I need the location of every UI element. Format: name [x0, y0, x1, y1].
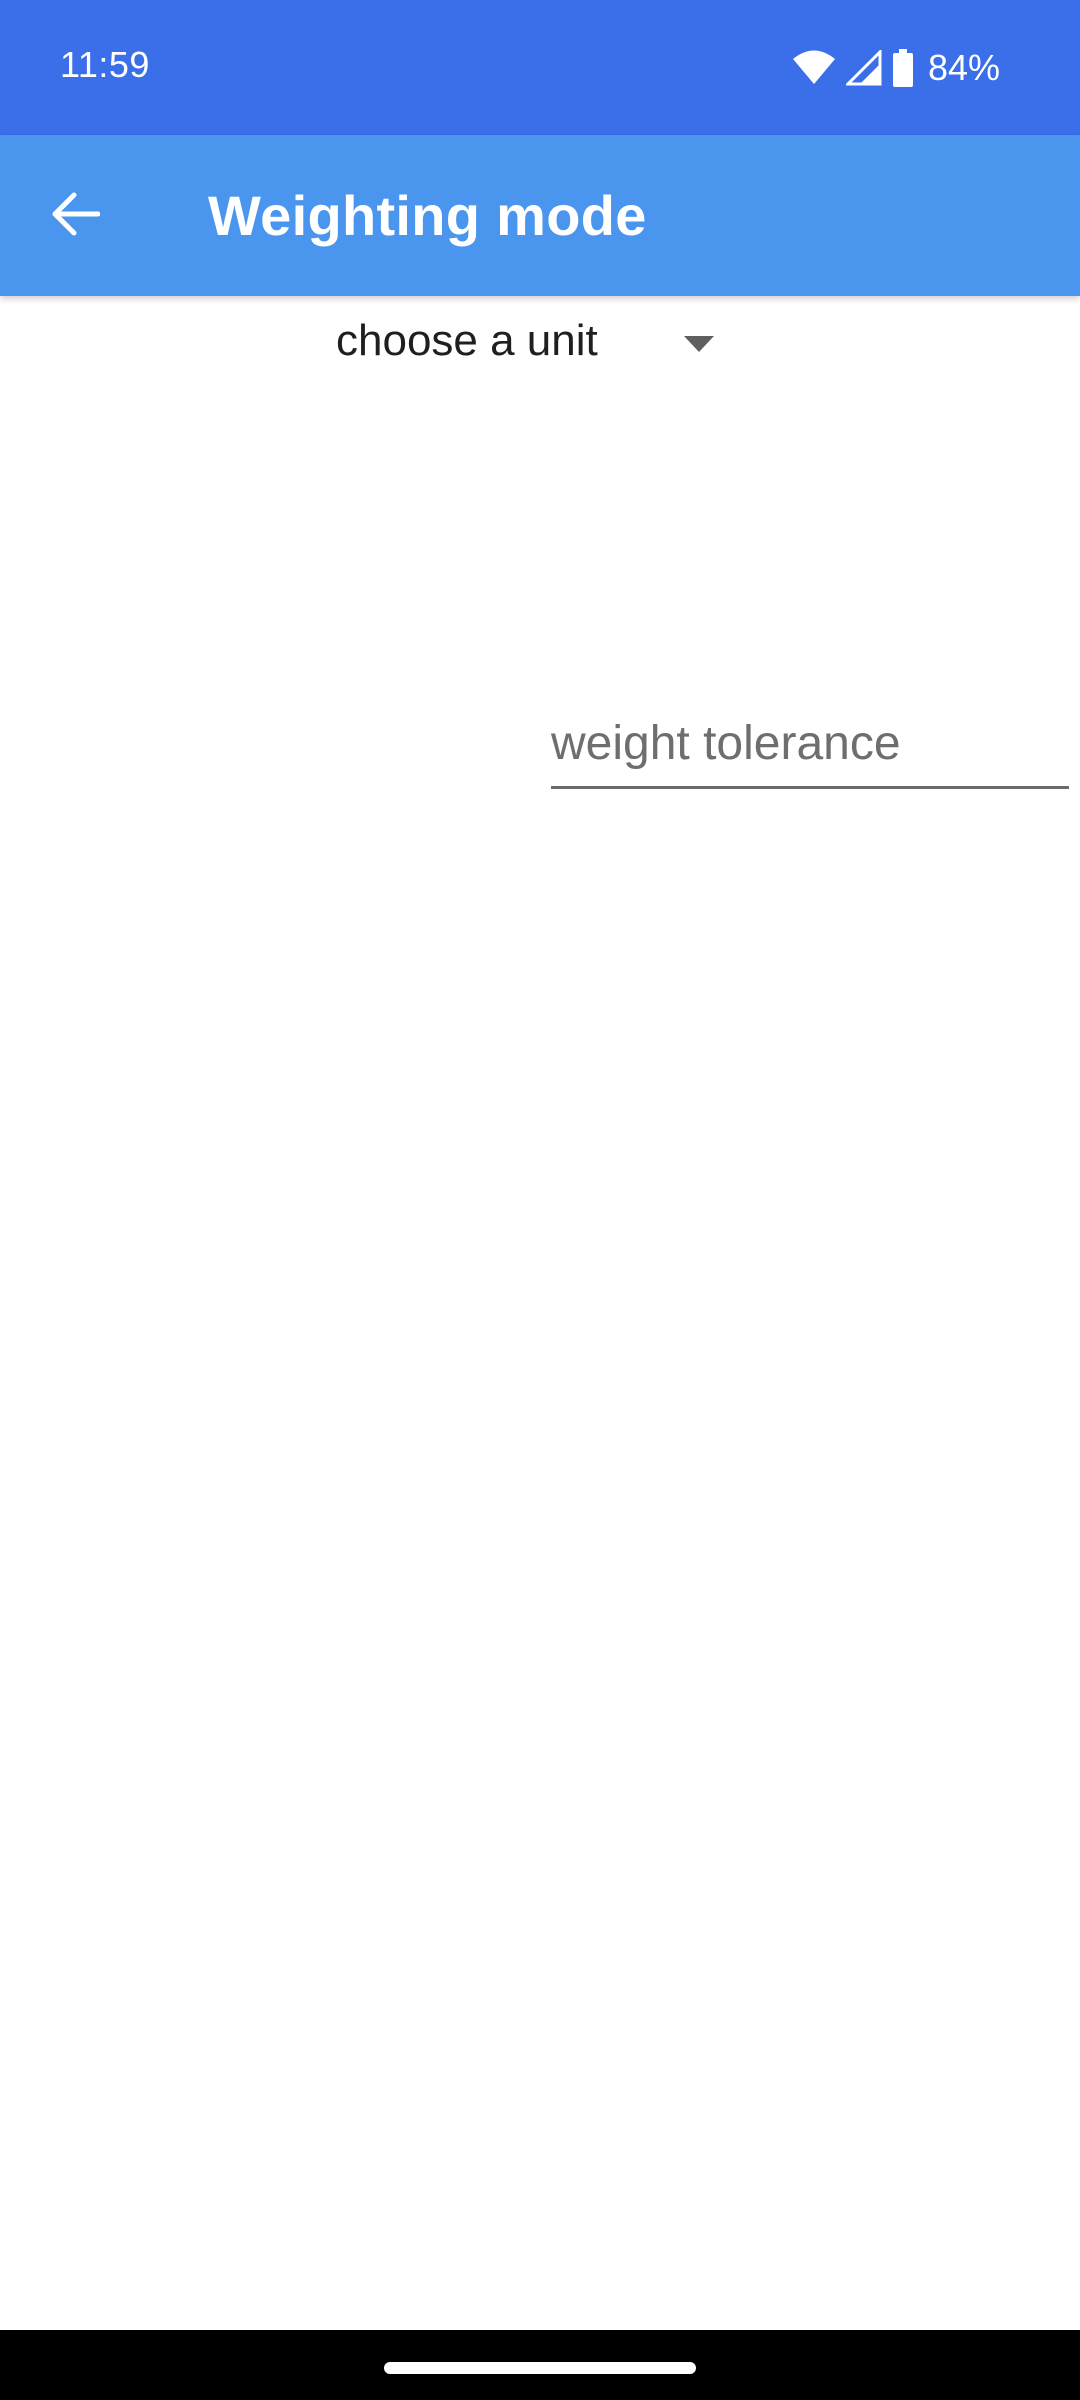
home-gesture-handle[interactable] [384, 2362, 696, 2374]
page-title: Weighting mode [208, 184, 647, 247]
unit-spinner-label: choose a unit [336, 316, 598, 365]
cell-signal-icon [845, 50, 882, 86]
status-icons: 84% [792, 40, 1000, 96]
app-bar: Weighting mode [0, 135, 1080, 296]
wifi-icon [792, 50, 836, 86]
battery-icon [892, 49, 914, 87]
dropdown-arrow-icon [684, 336, 714, 357]
navigation-bar [0, 2330, 1080, 2400]
back-button[interactable] [30, 171, 120, 261]
weight-tolerance-input[interactable] [551, 700, 1069, 789]
status-time: 11:59 [60, 44, 150, 85]
weight-tolerance-field [551, 700, 1069, 790]
battery-percentage: 84% [927, 47, 1000, 88]
arrow-back-icon [50, 191, 101, 242]
status-bar: 11:59 84% [0, 0, 1080, 135]
unit-spinner[interactable]: choose a unit [320, 306, 740, 386]
